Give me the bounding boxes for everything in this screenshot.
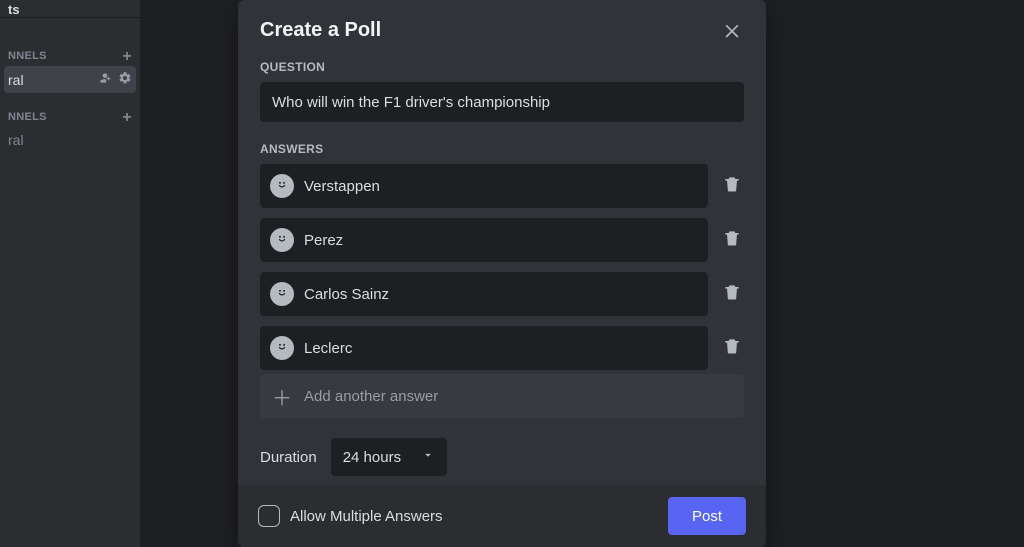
- answers-label: ANSWERS: [260, 142, 744, 156]
- trash-icon: [722, 228, 742, 253]
- emoji-picker-button[interactable]: [270, 228, 294, 252]
- answer-input[interactable]: [304, 340, 698, 357]
- modal-title: Create a Poll: [260, 19, 381, 42]
- section-label-text: NNELS: [8, 50, 47, 62]
- trash-icon: [722, 282, 742, 307]
- smiley-icon: [275, 177, 289, 196]
- sidebar-section-text-channels[interactable]: NNELS +: [0, 44, 140, 66]
- answer-pill: [260, 326, 708, 370]
- duration-select[interactable]: 24 hours: [331, 438, 447, 476]
- delete-answer-button[interactable]: [720, 174, 744, 199]
- answer-row: [260, 326, 744, 370]
- sidebar-channel-general-active[interactable]: ral: [4, 66, 136, 93]
- server-name-fragment: ts: [8, 2, 20, 17]
- post-button[interactable]: Post: [668, 497, 746, 535]
- gear-icon[interactable]: [118, 71, 132, 88]
- smiley-icon: [275, 231, 289, 250]
- answer-input[interactable]: [304, 178, 698, 195]
- trash-icon: [722, 336, 742, 361]
- channel-name: ral: [8, 132, 24, 148]
- delete-answer-button[interactable]: [720, 336, 744, 361]
- answer-input[interactable]: [304, 232, 698, 249]
- checkbox-icon: [258, 505, 280, 527]
- sidebar-channel-general-voice[interactable]: ral: [0, 127, 140, 153]
- smiley-icon: [275, 339, 289, 358]
- channel-sidebar: ts NNELS + ral NNELS + ral: [0, 0, 140, 547]
- close-button[interactable]: [720, 18, 744, 42]
- duration-label: Duration: [260, 449, 317, 466]
- answer-row: [260, 164, 744, 208]
- plus-icon[interactable]: +: [122, 51, 132, 62]
- delete-answer-button[interactable]: [720, 282, 744, 307]
- allow-multiple-toggle[interactable]: Allow Multiple Answers: [258, 505, 443, 527]
- add-answer-button[interactable]: ＋ Add another answer: [260, 374, 744, 418]
- allow-multiple-label: Allow Multiple Answers: [290, 508, 443, 525]
- section-label-text: NNELS: [8, 111, 47, 123]
- delete-answer-button[interactable]: [720, 228, 744, 253]
- chevron-down-icon: [421, 448, 435, 466]
- emoji-picker-button[interactable]: [270, 174, 294, 198]
- emoji-picker-button[interactable]: [270, 336, 294, 360]
- sidebar-section-voice-channels[interactable]: NNELS +: [0, 105, 140, 127]
- add-answer-label: Add another answer: [304, 388, 438, 405]
- answer-pill: [260, 272, 708, 316]
- close-icon: [722, 20, 742, 40]
- plus-icon: ＋: [272, 386, 292, 406]
- channel-name: ral: [8, 72, 24, 88]
- create-poll-modal: Create a Poll QUESTION ANSWERS ＋ Add ano…: [238, 0, 766, 547]
- answer-input[interactable]: [304, 286, 698, 303]
- question-input[interactable]: [260, 82, 744, 122]
- question-label: QUESTION: [260, 60, 744, 74]
- smiley-icon: [275, 285, 289, 304]
- answer-row: [260, 272, 744, 316]
- answer-pill: [260, 164, 708, 208]
- emoji-picker-button[interactable]: [270, 282, 294, 306]
- invite-icon[interactable]: [98, 71, 112, 88]
- answer-row: [260, 218, 744, 262]
- plus-icon[interactable]: +: [122, 112, 132, 123]
- duration-value: 24 hours: [343, 449, 401, 466]
- trash-icon: [722, 174, 742, 199]
- answer-pill: [260, 218, 708, 262]
- server-header[interactable]: ts: [0, 0, 140, 18]
